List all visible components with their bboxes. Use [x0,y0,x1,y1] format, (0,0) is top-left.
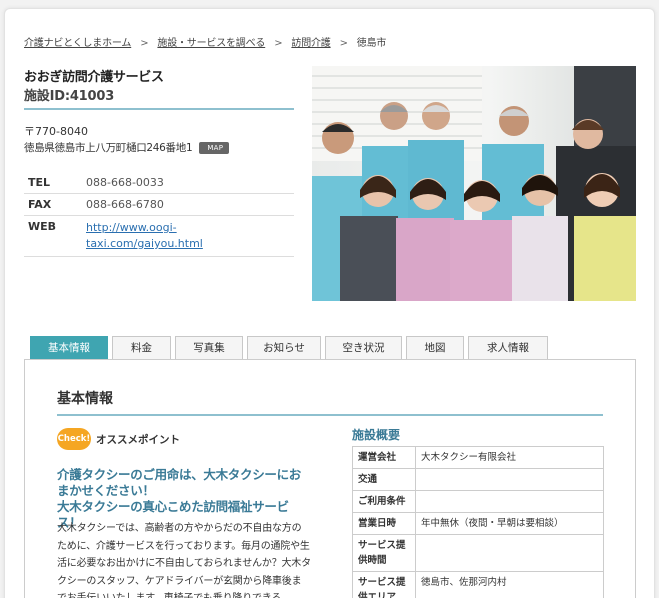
staff-photo-image [312,66,636,301]
contact-key: FAX [24,193,82,216]
address-line: 徳島県徳島市上八万町樋口246番地1 MAP [24,140,230,155]
breadcrumb-category-link[interactable]: 訪問介護 [291,38,330,49]
contact-row-fax: FAX 088-668-6780 [24,193,294,216]
title-divider [24,108,294,110]
contact-key: TEL [24,172,82,194]
overview-row: サービス提供時間 [352,534,604,572]
facility-name: おおぎ訪問介護サービス [24,70,164,85]
description-text: 大木タクシーでは、高齢者の方やからだの不自由な方のために、介護サービスを行ってお… [57,523,311,598]
map-button[interactable]: MAP [199,142,230,154]
section-divider [57,414,603,416]
tab-basic-info[interactable]: 基本情報 [30,336,108,360]
tab-availability[interactable]: 空き状況 [325,336,402,360]
overview-key: 運営会社 [352,446,416,469]
website-link[interactable]: http://www.oogi-taxi.com/gaiyou.html [86,221,203,250]
overview-row: ご利用条件 [352,490,604,513]
breadcrumb-home-link[interactable]: 介護ナビとくしまホーム [24,38,131,49]
overview-key: サービス提供時間 [352,534,416,572]
overview-row: 交通 [352,468,604,491]
postal-code: 〒770-8040 [24,125,88,138]
staff-photo [312,66,636,301]
tab-fees[interactable]: 料金 [112,336,171,360]
overview-value: 年中無休（夜間・早朝は要相談） [415,512,604,535]
tel-value: 088-668-0033 [82,172,294,194]
contact-row-tel: TEL 088-668-0033 [24,172,294,194]
check-badge-icon: Check! [57,428,91,450]
address-text: 徳島県徳島市上八万町樋口246番地1 [24,142,193,154]
breadcrumb-current: 徳島市 [356,38,387,49]
catch-line-1: 介護タクシーのご用命は、大木タクシーにおまかせください！ [57,467,302,498]
overview-key: ご利用条件 [352,490,416,513]
overview-value [415,468,604,491]
contact-row-web: WEB http://www.oogi-taxi.com/gaiyou.html [24,215,294,257]
overview-row: 営業日時 年中無休（夜間・早朝は要相談） [352,512,604,535]
overview-row: サービス提供エリア 徳島市、佐那河内村 [352,571,604,598]
overview-key: 交通 [352,468,416,491]
overview-title: 施設概要 [352,428,401,442]
contact-key: WEB [24,215,82,257]
overview-key: サービス提供エリア [352,571,416,598]
breadcrumb-separator: > [339,38,348,49]
tab-map[interactable]: 地図 [406,336,464,360]
overview-row: 運営会社 大木タクシー有限会社 [352,446,604,469]
overview-value [415,490,604,513]
breadcrumb-separator: > [274,38,283,49]
tab-photos[interactable]: 写真集 [175,336,243,360]
overview-key: 営業日時 [352,512,416,535]
tab-jobs[interactable]: 求人情報 [468,336,548,360]
recommend-label: オススメポイント [96,434,180,446]
overview-value: 徳島市、佐那河内村 [415,571,604,598]
facility-id: 施設ID:41003 [24,89,115,104]
breadcrumb-separator: > [140,38,149,49]
fax-value: 088-668-6780 [82,193,294,216]
breadcrumb: 介護ナビとくしまホーム > 施設・サービスを調べる > 訪問介護 > 徳島市 [24,34,386,49]
breadcrumb-search-link[interactable]: 施設・サービスを調べる [157,38,265,49]
overview-table: 運営会社 大木タクシー有限会社 交通 ご利用条件 営業日時 年中無休（夜間・早朝は要… [352,446,604,598]
overview-value: 大木タクシー有限会社 [415,446,604,469]
contact-table: TEL 088-668-0033 FAX 088-668-6780 WEB ht… [24,172,294,257]
tab-news[interactable]: お知らせ [247,336,321,360]
overview-value [415,534,604,572]
section-title: 基本情報 [57,391,113,407]
